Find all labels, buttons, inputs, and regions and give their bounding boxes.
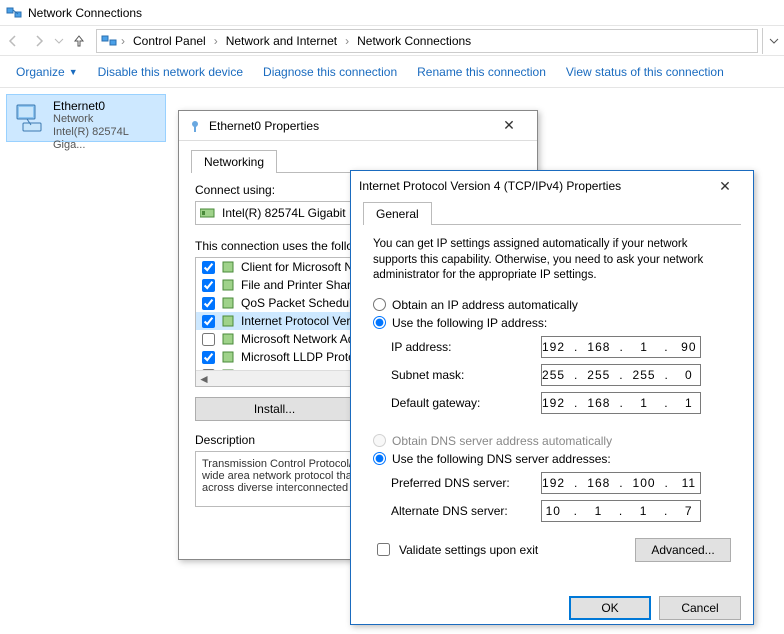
protocol-label: Microsoft LLDP Protoco bbox=[241, 350, 368, 364]
forward-button[interactable] bbox=[26, 28, 52, 54]
dialog-icon bbox=[187, 118, 203, 134]
alternate-dns-input[interactable]: 10.1.1.7 bbox=[541, 500, 701, 522]
preferred-dns-label: Preferred DNS server: bbox=[391, 476, 541, 490]
nic-name: Ethernet0 bbox=[53, 99, 161, 113]
breadcrumb-box[interactable]: › Control Panel › Network and Internet ›… bbox=[96, 29, 758, 53]
ipv4-properties-dialog: Internet Protocol Version 4 (TCP/IPv4) P… bbox=[350, 170, 754, 625]
protocol-checkbox[interactable] bbox=[202, 315, 215, 328]
protocol-icon bbox=[221, 332, 235, 346]
adapter-name: Intel(R) 82574L Gigabit Ne bbox=[222, 206, 364, 220]
radio-auto-dns: Obtain DNS server address automatically bbox=[373, 434, 731, 448]
validate-checkbox-row[interactable]: Validate settings upon exit bbox=[373, 540, 538, 559]
organize-menu[interactable]: Organize ▼ bbox=[16, 65, 78, 79]
nav-history-dropdown[interactable] bbox=[52, 28, 66, 54]
radio-manual-ip-label: Use the following IP address: bbox=[392, 316, 547, 330]
chevron-right-icon[interactable]: › bbox=[343, 34, 351, 48]
preferred-dns-input[interactable]: 192.168.100.11 bbox=[541, 472, 701, 494]
protocol-icon bbox=[221, 350, 235, 364]
ok-button[interactable]: OK bbox=[569, 596, 651, 620]
validate-checkbox[interactable] bbox=[377, 543, 390, 556]
diagnose-button[interactable]: Diagnose this connection bbox=[263, 65, 397, 79]
view-status-button[interactable]: View status of this connection bbox=[566, 65, 724, 79]
default-gateway-input[interactable]: 192.168.1.1 bbox=[541, 392, 701, 414]
protocol-icon bbox=[221, 314, 235, 328]
up-button[interactable] bbox=[66, 28, 92, 54]
install-button[interactable]: Install... bbox=[195, 397, 354, 421]
folder-icon bbox=[101, 33, 117, 49]
explorer-titlebar: Network Connections bbox=[0, 0, 784, 26]
rename-button[interactable]: Rename this connection bbox=[417, 65, 546, 79]
radio-manual-dns-input[interactable] bbox=[373, 452, 386, 465]
ip-address-label: IP address: bbox=[391, 340, 541, 354]
subnet-mask-label: Subnet mask: bbox=[391, 368, 541, 382]
radio-auto-dns-label: Obtain DNS server address automatically bbox=[392, 434, 612, 448]
breadcrumb-network-internet[interactable]: Network and Internet bbox=[222, 34, 341, 48]
close-button[interactable]: ✕ bbox=[489, 112, 529, 140]
protocol-icon bbox=[221, 260, 235, 274]
protocol-label: QoS Packet Scheduler bbox=[241, 296, 362, 310]
chevron-right-icon[interactable]: › bbox=[119, 34, 127, 48]
radio-manual-ip[interactable]: Use the following IP address: bbox=[373, 316, 731, 330]
default-gateway-label: Default gateway: bbox=[391, 396, 541, 410]
address-bar: › Control Panel › Network and Internet ›… bbox=[0, 26, 784, 56]
radio-manual-ip-input[interactable] bbox=[373, 316, 386, 329]
protocol-checkbox[interactable] bbox=[202, 351, 215, 364]
protocol-checkbox[interactable] bbox=[202, 261, 215, 274]
breadcrumb-network-connections[interactable]: Network Connections bbox=[353, 34, 475, 48]
radio-auto-ip[interactable]: Obtain an IP address automatically bbox=[373, 298, 731, 312]
advanced-button[interactable]: Advanced... bbox=[635, 538, 731, 562]
network-adapter-item[interactable]: Ethernet0 Network Intel(R) 82574L Giga..… bbox=[6, 94, 166, 142]
protocol-label: Microsoft Network Adap bbox=[241, 332, 368, 346]
close-button[interactable]: ✕ bbox=[705, 172, 745, 200]
dialog-titlebar[interactable]: Internet Protocol Version 4 (TCP/IPv4) P… bbox=[351, 171, 753, 201]
validate-label: Validate settings upon exit bbox=[399, 543, 538, 557]
radio-auto-ip-input[interactable] bbox=[373, 298, 386, 311]
nic-card-icon bbox=[200, 207, 216, 219]
chevron-right-icon[interactable]: › bbox=[212, 34, 220, 48]
tab-general[interactable]: General bbox=[363, 202, 432, 225]
disable-device-button[interactable]: Disable this network device bbox=[98, 65, 243, 79]
help-text: You can get IP settings assigned automat… bbox=[373, 237, 731, 284]
organize-label: Organize bbox=[16, 65, 65, 79]
tabstrip: General bbox=[363, 201, 741, 225]
dialog-titlebar[interactable]: Ethernet0 Properties ✕ bbox=[179, 111, 537, 141]
dialog-button-bar: OK Cancel bbox=[351, 586, 753, 630]
ip-address-input[interactable]: 192.168.1.90 bbox=[541, 336, 701, 358]
tab-networking[interactable]: Networking bbox=[191, 150, 277, 173]
ethernet-adapter-icon bbox=[13, 101, 47, 135]
subnet-mask-input[interactable]: 255.255.255.0 bbox=[541, 364, 701, 386]
window-title: Network Connections bbox=[28, 6, 142, 20]
dropdown-caret-icon: ▼ bbox=[69, 67, 78, 77]
breadcrumb-control-panel[interactable]: Control Panel bbox=[129, 34, 210, 48]
scroll-left-icon[interactable]: ◄ bbox=[196, 371, 212, 387]
radio-manual-dns[interactable]: Use the following DNS server addresses: bbox=[373, 452, 731, 466]
alternate-dns-label: Alternate DNS server: bbox=[391, 504, 541, 518]
protocol-checkbox[interactable] bbox=[202, 333, 215, 346]
nic-adapter: Intel(R) 82574L Giga... bbox=[53, 126, 161, 152]
radio-auto-ip-label: Obtain an IP address automatically bbox=[392, 298, 578, 312]
radio-auto-dns-input bbox=[373, 434, 386, 447]
protocol-icon bbox=[221, 296, 235, 310]
protocol-checkbox[interactable] bbox=[202, 279, 215, 292]
back-button[interactable] bbox=[0, 28, 26, 54]
radio-manual-dns-label: Use the following DNS server addresses: bbox=[392, 452, 611, 466]
dialog-title: Internet Protocol Version 4 (TCP/IPv4) P… bbox=[359, 179, 621, 193]
protocol-checkbox[interactable] bbox=[202, 297, 215, 310]
network-connections-icon bbox=[6, 5, 22, 21]
command-bar: Organize ▼ Disable this network device D… bbox=[0, 56, 784, 88]
dialog-title: Ethernet0 Properties bbox=[209, 119, 319, 133]
cancel-button[interactable]: Cancel bbox=[659, 596, 741, 620]
protocol-icon bbox=[221, 278, 235, 292]
nic-network: Network bbox=[53, 113, 161, 126]
address-dropdown[interactable] bbox=[762, 28, 784, 54]
